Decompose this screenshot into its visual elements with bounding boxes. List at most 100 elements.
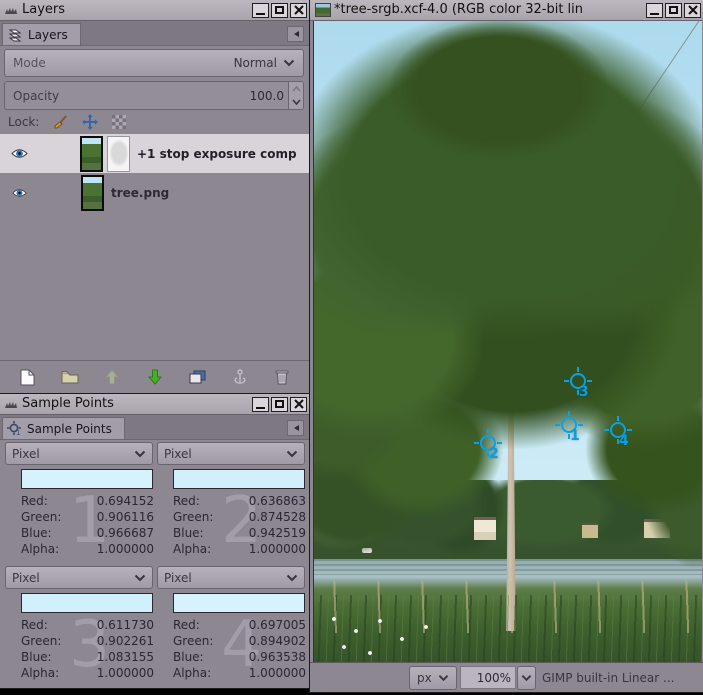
channel-value: 0.694152 [97, 493, 154, 509]
layer-name: +1 stop exposure comp [137, 147, 297, 161]
opacity-slider[interactable]: Opacity 100.0 [4, 81, 304, 110]
channel-value: 0.906116 [97, 509, 154, 525]
channel-value: 0.902261 [97, 633, 154, 649]
layers-tabrow: Layers [0, 21, 309, 46]
tab-layers[interactable]: Layers [2, 23, 81, 45]
channel-label: Red: [21, 617, 48, 633]
lower-layer-button[interactable] [142, 365, 168, 389]
dialog-icon [5, 5, 19, 15]
sample-point-panel-3: Pixel 3 Red:0.611730 Green:0.902261 Blue… [5, 566, 153, 681]
minimize-button[interactable] [646, 3, 663, 18]
lock-paint-icon[interactable] [53, 115, 68, 130]
marker-number: 1 [570, 428, 580, 444]
new-group-button[interactable] [57, 365, 83, 389]
channel-label: Green: [173, 509, 213, 525]
dropdown-value: Pixel [164, 571, 192, 585]
layer-mask-thumbnail[interactable] [107, 136, 130, 172]
marker-number: 2 [489, 446, 499, 462]
channel-value: 0.963538 [249, 649, 306, 665]
opacity-label: Opacity [5, 89, 250, 103]
status-text: GIMP built-in Linear ... [542, 671, 674, 685]
mode-label: Mode [13, 56, 46, 70]
close-button[interactable] [290, 3, 307, 18]
lock-move-icon[interactable] [82, 114, 98, 130]
sample-points-window: Sample Points 1 Sample Points Pixel 1 Re… [0, 394, 309, 688]
channel-label: Blue: [173, 525, 204, 541]
opacity-spinner[interactable] [288, 82, 303, 109]
layers-stack-icon [7, 28, 23, 42]
layer-thumbnail[interactable] [81, 175, 104, 211]
layer-row-tree[interactable]: tree.png [0, 173, 309, 212]
channel-label: Alpha: [173, 665, 211, 681]
channel-value: 0.697005 [249, 617, 306, 633]
sample-marker-4[interactable]: 4 [610, 422, 626, 438]
sample-points-tabrow: 1 Sample Points [0, 415, 309, 440]
visibility-eye-icon[interactable] [6, 181, 32, 205]
channel-value: 0.966687 [97, 525, 154, 541]
channel-label: Alpha: [21, 541, 59, 557]
dropdown-value: Pixel [12, 571, 40, 585]
sample-2-mode-dropdown[interactable]: Pixel [157, 442, 305, 465]
maximize-button[interactable] [271, 397, 288, 412]
tree-canopy [314, 21, 702, 663]
chevron-down-icon [134, 574, 146, 582]
duplicate-layer-button[interactable] [184, 365, 210, 389]
mode-value: Normal [234, 56, 277, 70]
channel-label: Alpha: [21, 665, 59, 681]
channel-label: Green: [173, 633, 213, 649]
tab-menu-button[interactable] [287, 26, 304, 42]
close-button[interactable] [290, 397, 307, 412]
unit-dropdown[interactable]: px [409, 666, 457, 690]
delete-layer-button[interactable] [269, 365, 295, 389]
sample-points-titlebar[interactable]: Sample Points [0, 394, 309, 415]
zoom-value: 100% [477, 671, 511, 685]
lock-alpha-icon[interactable] [112, 115, 126, 129]
sample-marker-2[interactable]: 2 [480, 435, 496, 451]
channel-label: Blue: [21, 525, 52, 541]
new-layer-button[interactable] [14, 365, 40, 389]
minimize-button[interactable] [252, 3, 269, 18]
image-thumbnail-icon [315, 3, 331, 17]
channel-value: 1.000000 [249, 541, 306, 557]
dropdown-value: Pixel [12, 447, 40, 461]
anchor-layer-button[interactable] [227, 365, 253, 389]
chevron-down-icon [521, 674, 532, 682]
sample-marker-1[interactable]: 1 [561, 417, 577, 433]
sample-point-panel-4: Pixel 4 Red:0.697005 Green:0.894902 Blue… [157, 566, 305, 681]
channel-label: Red: [21, 493, 48, 509]
layer-thumbnail[interactable] [80, 136, 103, 172]
visibility-eye-icon[interactable] [6, 142, 32, 166]
tab-menu-button[interactable] [287, 420, 304, 436]
channel-value: 1.000000 [249, 665, 306, 681]
minimize-button[interactable] [252, 397, 269, 412]
layer-name: tree.png [111, 186, 169, 200]
image-titlebar[interactable]: *tree-srgb.xcf-4.0 (RGB color 32-bit lin [310, 0, 703, 21]
dialog-icon [5, 399, 19, 409]
sample-1-mode-dropdown[interactable]: Pixel [5, 442, 153, 465]
zoom-dropdown-button[interactable] [517, 666, 536, 690]
close-button[interactable] [684, 3, 701, 18]
chevron-down-icon [286, 574, 298, 582]
layer-row-exposure[interactable]: +1 stop exposure comp [0, 134, 309, 173]
lock-row: Lock: [8, 112, 126, 132]
channel-label: Green: [21, 633, 61, 649]
maximize-button[interactable] [271, 3, 288, 18]
sample-marker-3[interactable]: 3 [570, 373, 586, 389]
sample-4-mode-dropdown[interactable]: Pixel [157, 566, 305, 589]
window-title: Layers [22, 0, 252, 20]
layers-toolbar [0, 360, 309, 393]
channel-value: 1.083155 [97, 649, 154, 665]
sample-point-panel-1: Pixel 1 Red:0.694152 Green:0.906116 Blue… [5, 442, 153, 557]
layer-mode-dropdown[interactable]: Mode Normal [4, 49, 304, 77]
unit-value: px [417, 671, 432, 685]
lock-label: Lock: [8, 115, 39, 129]
raise-layer-button[interactable] [99, 365, 125, 389]
zoom-entry[interactable]: 100% [460, 666, 516, 689]
layers-titlebar[interactable]: Layers [0, 0, 309, 21]
maximize-button[interactable] [665, 3, 682, 18]
tab-sample-points[interactable]: 1 Sample Points [2, 417, 125, 439]
sample-3-mode-dropdown[interactable]: Pixel [5, 566, 153, 589]
channel-value: 0.942519 [249, 525, 306, 541]
channel-label: Blue: [21, 649, 52, 665]
image-canvas[interactable]: 1 2 3 4 [313, 21, 702, 663]
